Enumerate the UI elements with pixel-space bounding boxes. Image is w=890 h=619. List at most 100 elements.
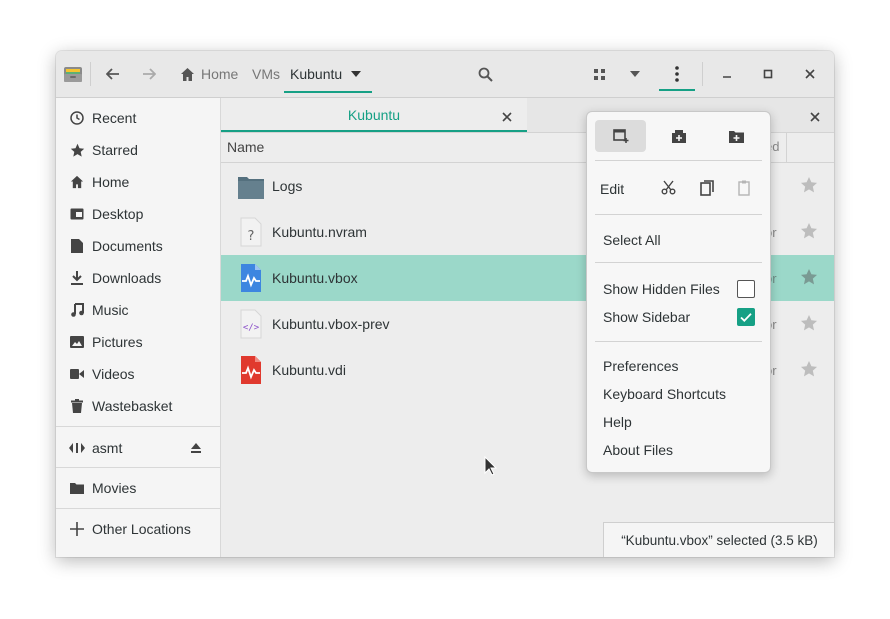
forward-button[interactable] xyxy=(136,62,162,86)
sidebar-item-wastebasket[interactable]: Wastebasket xyxy=(56,390,220,422)
sidebar-item-label: Music xyxy=(92,302,129,318)
preferences-item[interactable]: Preferences xyxy=(603,352,678,380)
sidebar-item-other-locations[interactable]: Other Locations xyxy=(56,513,220,545)
file-name: Kubuntu.nvram xyxy=(272,224,367,240)
menu-divider xyxy=(595,262,762,263)
breadcrumb-dropdown-icon[interactable] xyxy=(348,67,364,81)
tab-close-button[interactable] xyxy=(502,109,512,125)
sidebar-item-music[interactable]: Music xyxy=(56,294,220,326)
back-arrow-icon xyxy=(106,68,119,80)
show-sidebar-item[interactable]: Show Sidebar xyxy=(603,303,690,331)
about-files-item[interactable]: About Files xyxy=(603,436,673,464)
close-icon xyxy=(805,69,815,79)
close-button[interactable] xyxy=(799,63,821,85)
header-bar: Home VMs Kubuntu xyxy=(56,51,834,98)
show-hidden-files-checkbox[interactable] xyxy=(737,280,755,298)
menu-button[interactable] xyxy=(666,61,688,87)
new-folder-button[interactable] xyxy=(711,120,762,152)
select-all-item[interactable]: Select All xyxy=(603,226,661,254)
sidebar: Recent Starred Home Desktop Documents Do… xyxy=(56,98,221,557)
xml-file-icon: </> xyxy=(240,309,262,339)
sidebar-divider xyxy=(56,467,220,468)
help-item[interactable]: Help xyxy=(603,408,632,436)
edit-label: Edit xyxy=(600,181,625,197)
star-icon[interactable] xyxy=(800,268,818,286)
sidebar-item-starred[interactable]: Starred xyxy=(56,134,220,166)
sidebar-item-label: Desktop xyxy=(92,206,144,222)
breadcrumb-active-indicator xyxy=(284,91,372,93)
paste-button[interactable] xyxy=(738,180,750,199)
desktop-icon xyxy=(67,208,87,220)
sidebar-item-label: Home xyxy=(92,174,130,190)
sidebar-item-desktop[interactable]: Desktop xyxy=(56,198,220,230)
clock-icon xyxy=(67,111,87,125)
copy-button[interactable] xyxy=(700,180,714,199)
close-icon xyxy=(502,112,512,122)
star-icon[interactable] xyxy=(800,360,818,378)
app-menu-popover: Edit Select All Show Hidden Files Show S… xyxy=(586,111,771,473)
paste-icon xyxy=(738,180,750,196)
network-icon xyxy=(67,443,87,453)
sidebar-item-movies[interactable]: Movies xyxy=(56,472,220,504)
sidebar-item-label: Recent xyxy=(92,110,137,126)
folder-icon xyxy=(238,177,264,199)
menu-active-indicator xyxy=(659,89,695,91)
back-button[interactable] xyxy=(100,62,126,86)
file-name: Logs xyxy=(272,178,303,194)
sidebar-item-downloads[interactable]: Downloads xyxy=(56,262,220,294)
sidebar-item-videos[interactable]: Videos xyxy=(56,358,220,390)
sidebar-item-home[interactable]: Home xyxy=(56,166,220,198)
vbox-file-icon xyxy=(241,264,261,292)
sidebar-item-recent[interactable]: Recent xyxy=(56,102,220,134)
sidebar-item-label: Downloads xyxy=(92,270,162,286)
view-options-button[interactable] xyxy=(624,65,646,83)
sidebar-item-label: Pictures xyxy=(92,334,143,350)
menu-divider xyxy=(595,214,762,215)
tab-kubuntu[interactable]: Kubuntu xyxy=(221,98,527,132)
breadcrumb-home[interactable]: Home xyxy=(201,51,238,97)
grid-view-button[interactable] xyxy=(588,63,610,85)
tab-label: Kubuntu xyxy=(347,107,401,123)
sidebar-item-pictures[interactable]: Pictures xyxy=(56,326,220,358)
new-window-button[interactable] xyxy=(595,120,646,152)
unknown-file-icon: ? xyxy=(240,217,262,247)
view-options-icon xyxy=(630,71,640,77)
show-hidden-files-item[interactable]: Show Hidden Files xyxy=(603,275,720,303)
document-icon xyxy=(67,239,87,253)
breadcrumb-vms[interactable]: VMs xyxy=(252,51,280,97)
new-tab-icon xyxy=(671,129,686,143)
keyboard-shortcuts-item[interactable]: Keyboard Shortcuts xyxy=(603,380,726,408)
grid-view-icon xyxy=(593,68,605,80)
folder-icon xyxy=(67,482,87,494)
cut-icon xyxy=(661,180,676,195)
sidebar-item-asmt[interactable]: asmt xyxy=(56,432,220,464)
tab-active-indicator xyxy=(221,130,527,132)
star-icon[interactable] xyxy=(800,314,818,332)
maximize-icon xyxy=(763,69,773,79)
svg-text:</>: </> xyxy=(243,323,260,333)
star-icon[interactable] xyxy=(800,222,818,240)
maximize-button[interactable] xyxy=(757,63,779,85)
forward-arrow-icon xyxy=(143,68,156,80)
search-button[interactable] xyxy=(474,63,496,85)
minimize-button[interactable] xyxy=(716,63,738,85)
star-icon[interactable] xyxy=(800,176,818,194)
home-icon xyxy=(178,65,196,83)
video-icon xyxy=(67,369,87,379)
eject-icon[interactable] xyxy=(190,441,202,457)
home-icon xyxy=(67,175,87,189)
file-name: Kubuntu.vdi xyxy=(272,362,346,378)
copy-icon xyxy=(700,180,714,196)
sidebar-item-documents[interactable]: Documents xyxy=(56,230,220,262)
tab-close-button[interactable] xyxy=(810,109,820,125)
file-name: Kubuntu.vbox xyxy=(272,270,358,286)
new-tab-button[interactable] xyxy=(653,120,704,152)
new-window-icon xyxy=(612,129,628,143)
plus-icon xyxy=(67,522,87,536)
status-bar: “Kubuntu.vbox” selected (3.5 kB) xyxy=(603,522,834,557)
cut-button[interactable] xyxy=(661,180,676,198)
show-sidebar-checkbox[interactable] xyxy=(737,308,755,326)
svg-text:?: ? xyxy=(248,229,255,244)
music-icon xyxy=(67,303,87,317)
column-name-header[interactable]: Name xyxy=(227,139,264,155)
